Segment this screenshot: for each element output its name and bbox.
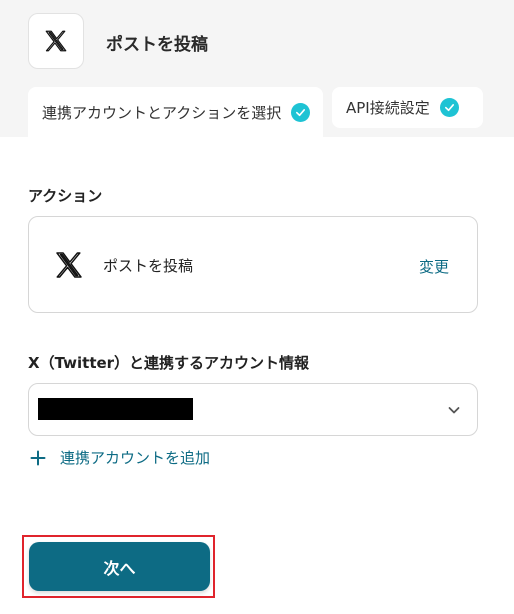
action-name: ポストを投稿 xyxy=(103,257,194,275)
check-icon xyxy=(439,98,459,117)
x-logo-icon xyxy=(45,30,67,52)
account-select[interactable] xyxy=(28,383,478,436)
tab-label: 連携アカウントとアクションを選択 xyxy=(42,103,282,122)
check-icon xyxy=(291,102,311,122)
chevron-down-icon xyxy=(448,407,460,414)
action-card: ポストを投稿 変更 xyxy=(28,216,478,313)
next-button[interactable]: 次へ xyxy=(29,542,210,591)
tab-label: API接続設定 xyxy=(346,99,430,117)
tab-account-and-action[interactable]: 連携アカウントとアクションを選択 xyxy=(28,87,323,137)
plus-icon xyxy=(30,450,46,465)
tab-api-settings[interactable]: API接続設定 xyxy=(332,87,483,128)
add-account-link[interactable]: 連携アカウントを追加 xyxy=(30,447,210,468)
app-icon-box xyxy=(28,13,84,69)
change-action-link[interactable]: 変更 xyxy=(419,256,449,277)
action-section-label: アクション xyxy=(28,187,103,205)
redacted-account-value xyxy=(38,398,193,420)
next-button-highlight: 次へ xyxy=(22,535,215,598)
x-logo-icon xyxy=(56,252,82,278)
account-section-label: X（Twitter）と連携するアカウント情報 xyxy=(28,354,310,372)
add-account-label: 連携アカウントを追加 xyxy=(60,449,211,467)
page-title: ポストを投稿 xyxy=(106,35,208,55)
